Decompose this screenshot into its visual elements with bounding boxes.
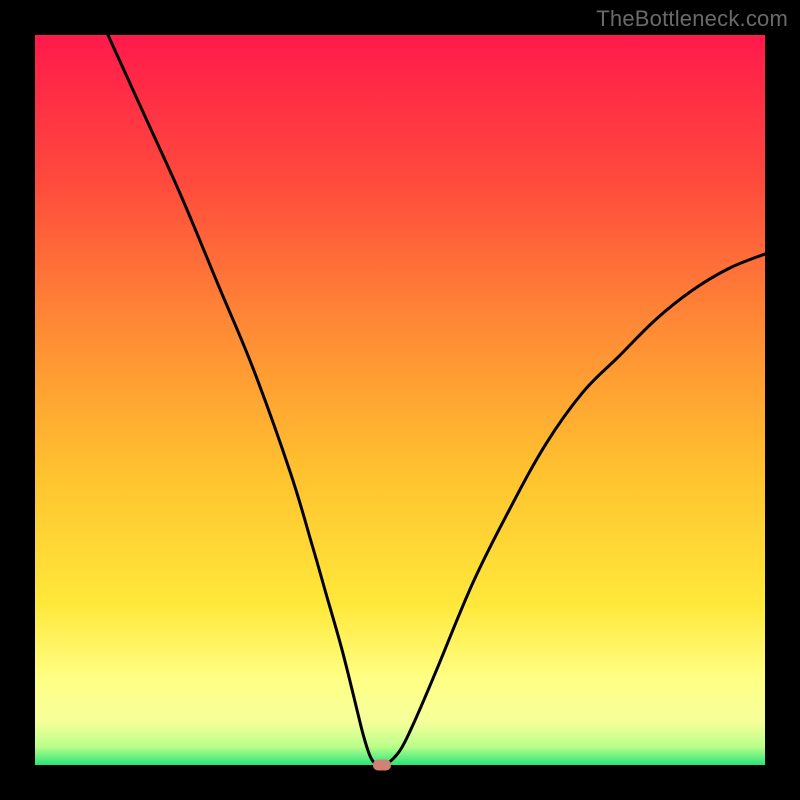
optimum-marker	[373, 760, 391, 771]
bottleneck-curve	[35, 35, 765, 765]
watermark-text: TheBottleneck.com	[596, 6, 788, 32]
chart-frame: TheBottleneck.com	[0, 0, 800, 800]
plot-area	[35, 35, 765, 765]
